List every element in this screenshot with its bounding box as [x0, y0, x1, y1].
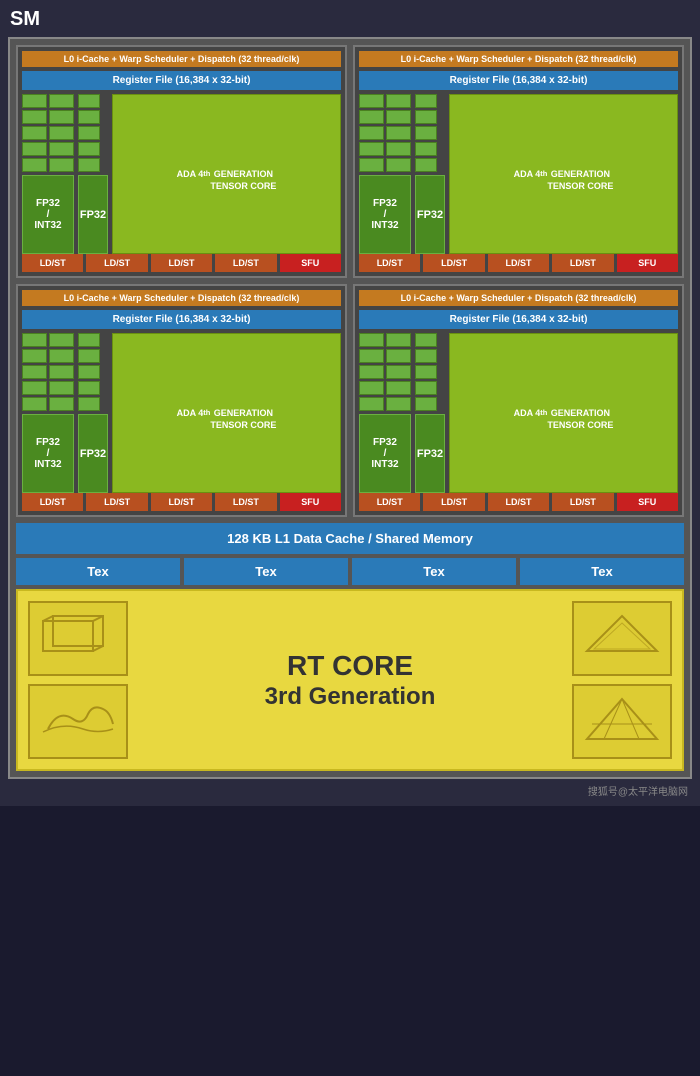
- fp32-1: FP32: [78, 175, 108, 254]
- ldst-4: LD/ST: [215, 254, 276, 272]
- ldst-13: LD/ST: [359, 493, 420, 511]
- ldst-14: LD/ST: [423, 493, 484, 511]
- l0-cache-bar-3: L0 i-Cache + Warp Scheduler + Dispatch (…: [22, 290, 341, 306]
- rt-left-icon-top: [28, 601, 128, 676]
- rt-icon-left: [28, 601, 128, 759]
- bottom-units-3: LD/ST LD/ST LD/ST LD/ST SFU: [22, 493, 341, 511]
- tensor-core-3: ADA 4thGENERATIONTENSOR CORE: [112, 333, 341, 493]
- compute-area-2: FP32/INT32 FP32 ADA 4thGENERATI: [359, 94, 678, 254]
- ldst-12: LD/ST: [215, 493, 276, 511]
- triangle-icon-svg: [582, 611, 662, 661]
- fp32-2: FP32: [415, 175, 445, 254]
- register-file-bar-1: Register File (16,384 x 32-bit): [22, 71, 341, 90]
- ldst-2: LD/ST: [86, 254, 147, 272]
- ldst-8: LD/ST: [552, 254, 613, 272]
- box-icon-svg: [38, 611, 118, 661]
- sm-title: SM: [8, 8, 692, 31]
- l0-cache-bar-1: L0 i-Cache + Warp Scheduler + Dispatch (…: [22, 51, 341, 67]
- ldst-6: LD/ST: [423, 254, 484, 272]
- tex-unit-1: Tex: [16, 558, 180, 585]
- main-container: SM L0 i-Cache + Warp Scheduler + Dispatc…: [0, 0, 700, 806]
- register-file-bar-3: Register File (16,384 x 32-bit): [22, 310, 341, 329]
- tensor-core-2: ADA 4thGENERATIONTENSOR CORE: [449, 94, 678, 254]
- l0-cache-bar-4: L0 i-Cache + Warp Scheduler + Dispatch (…: [359, 290, 678, 306]
- fp32-int32-3: FP32/INT32: [22, 414, 74, 493]
- fp32-int32-1: FP32/INT32: [22, 175, 74, 254]
- ldst-16: LD/ST: [552, 493, 613, 511]
- rt-icon-right: [572, 601, 672, 759]
- quadrant-1: L0 i-Cache + Warp Scheduler + Dispatch (…: [16, 45, 347, 278]
- rt-right-icon-bottom: [572, 684, 672, 759]
- compute-area-1: FP32/INT32 FP32: [22, 94, 341, 254]
- ldst-1: LD/ST: [22, 254, 83, 272]
- ldst-11: LD/ST: [151, 493, 212, 511]
- ldst-10: LD/ST: [86, 493, 147, 511]
- quadrant-3: L0 i-Cache + Warp Scheduler + Dispatch (…: [16, 284, 347, 517]
- bottom-units-2: LD/ST LD/ST LD/ST LD/ST SFU: [359, 254, 678, 272]
- ldst-9: LD/ST: [22, 493, 83, 511]
- fp32-int32-2: FP32/INT32: [359, 175, 411, 254]
- sfu-4: SFU: [617, 493, 678, 511]
- ldst-3: LD/ST: [151, 254, 212, 272]
- quadrant-2: L0 i-Cache + Warp Scheduler + Dispatch (…: [353, 45, 684, 278]
- fp32-3: FP32: [78, 414, 108, 493]
- ldst-7: LD/ST: [488, 254, 549, 272]
- rt-core-gen: 3rd Generation: [128, 683, 572, 711]
- rt-left-icon-bottom: [28, 684, 128, 759]
- ldst-15: LD/ST: [488, 493, 549, 511]
- grid-triangle-icon-svg: [582, 694, 662, 744]
- register-file-bar-2: Register File (16,384 x 32-bit): [359, 71, 678, 90]
- tensor-core-1: ADA 4thGENERATIONTENSOR CORE: [112, 94, 341, 254]
- tex-unit-4: Tex: [520, 558, 684, 585]
- tensor-core-4: ADA 4thGENERATIONTENSOR CORE: [449, 333, 678, 493]
- compute-area-3: FP32/INT32 FP32 ADA 4thGENERATI: [22, 333, 341, 493]
- compute-area-4: FP32/INT32 FP32 ADA 4thGENERATI: [359, 333, 678, 493]
- fp32-int32-4: FP32/INT32: [359, 414, 411, 493]
- tex-unit-2: Tex: [184, 558, 348, 585]
- l1-cache-bar: 128 KB L1 Data Cache / Shared Memory: [16, 523, 684, 554]
- rt-core-text: RT CORE 3rd Generation: [128, 649, 572, 711]
- fp32-4: FP32: [415, 414, 445, 493]
- rt-core-title: RT CORE: [128, 649, 572, 683]
- signature-icon-svg: [38, 694, 118, 744]
- sm-outer: L0 i-Cache + Warp Scheduler + Dispatch (…: [8, 37, 692, 779]
- register-file-bar-4: Register File (16,384 x 32-bit): [359, 310, 678, 329]
- ldst-5: LD/ST: [359, 254, 420, 272]
- bottom-units-4: LD/ST LD/ST LD/ST LD/ST SFU: [359, 493, 678, 511]
- watermark: 搜狐号@太平洋电脑网: [8, 779, 692, 798]
- rt-core-section: RT CORE 3rd Generation: [16, 589, 684, 771]
- sfu-2: SFU: [617, 254, 678, 272]
- tex-row: Tex Tex Tex Tex: [16, 558, 684, 585]
- bottom-units-1: LD/ST LD/ST LD/ST LD/ST SFU: [22, 254, 341, 272]
- quadrant-grid: L0 i-Cache + Warp Scheduler + Dispatch (…: [16, 45, 684, 517]
- quadrant-4: L0 i-Cache + Warp Scheduler + Dispatch (…: [353, 284, 684, 517]
- sfu-3: SFU: [280, 493, 341, 511]
- sfu-1: SFU: [280, 254, 341, 272]
- rt-right-icon-top: [572, 601, 672, 676]
- tex-unit-3: Tex: [352, 558, 516, 585]
- l0-cache-bar-2: L0 i-Cache + Warp Scheduler + Dispatch (…: [359, 51, 678, 67]
